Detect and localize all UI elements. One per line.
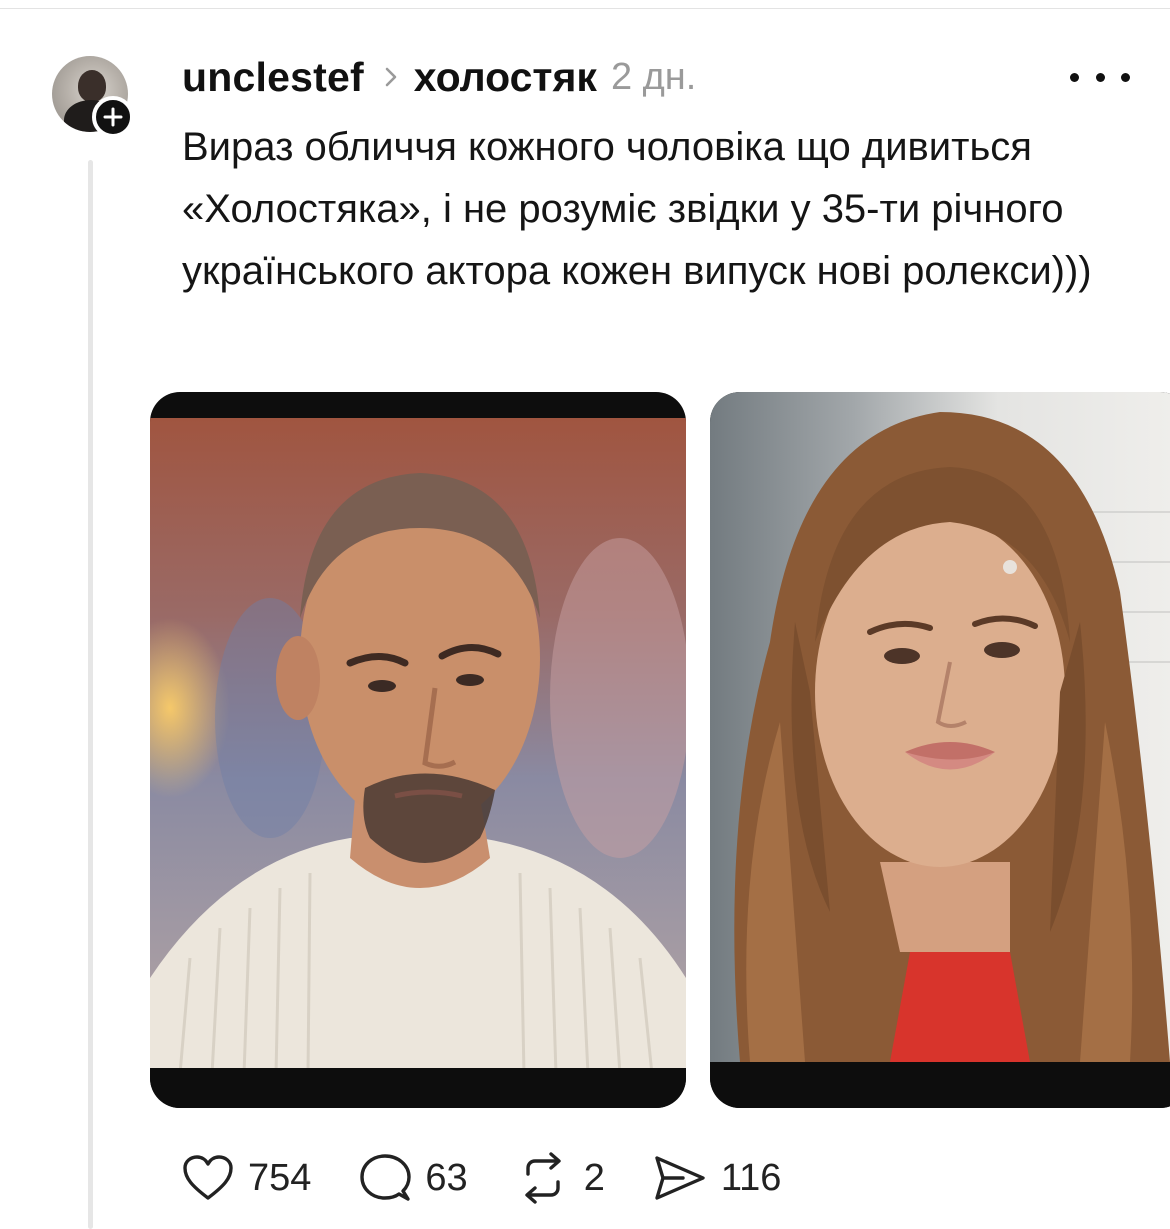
man-photo <box>150 418 686 1075</box>
like-count: 754 <box>248 1156 312 1199</box>
reply-button[interactable]: 63 <box>359 1153 468 1203</box>
post-image-1[interactable] <box>150 392 686 1108</box>
post-time: 2 дн. <box>610 55 697 98</box>
more-icon-dot <box>1121 72 1130 82</box>
plus-icon <box>103 107 123 127</box>
man-illustration <box>150 473 686 1075</box>
heart-icon <box>183 1155 233 1200</box>
like-button[interactable]: 754 <box>182 1154 311 1202</box>
reply-count: 63 <box>425 1156 468 1199</box>
repost-button[interactable]: 2 <box>516 1152 605 1204</box>
chevron-right-icon <box>384 66 398 88</box>
top-divider <box>0 8 1170 9</box>
comment-bubble-icon <box>360 1154 412 1201</box>
post-text: Вираз обличчя кожного чоловіка що дивить… <box>182 125 1092 293</box>
username-link[interactable]: unclestef <box>182 54 364 101</box>
share-count: 116 <box>720 1156 782 1199</box>
send-icon <box>655 1156 705 1200</box>
thread-line <box>88 160 93 1229</box>
share-button[interactable]: 116 <box>653 1154 782 1202</box>
more-icon <box>1070 72 1079 82</box>
action-bar: 754 63 2 116 <box>182 1150 829 1206</box>
post-image-2[interactable] <box>710 392 1170 1108</box>
repost-count: 2 <box>583 1156 605 1199</box>
woman-illustration <box>734 412 1170 1062</box>
follow-button[interactable] <box>92 96 134 138</box>
community-link[interactable]: холостяк <box>414 54 597 101</box>
post-header: unclestef холостяк 2 дн. <box>182 52 696 102</box>
more-button[interactable] <box>1070 62 1130 92</box>
image-bottom-bar <box>710 1068 1170 1108</box>
image-bottom-bar <box>150 1068 686 1108</box>
woman-photo <box>710 392 1170 1062</box>
repost-icon <box>524 1152 561 1204</box>
more-icon-dot <box>1095 72 1105 82</box>
avatar-head <box>78 70 106 102</box>
